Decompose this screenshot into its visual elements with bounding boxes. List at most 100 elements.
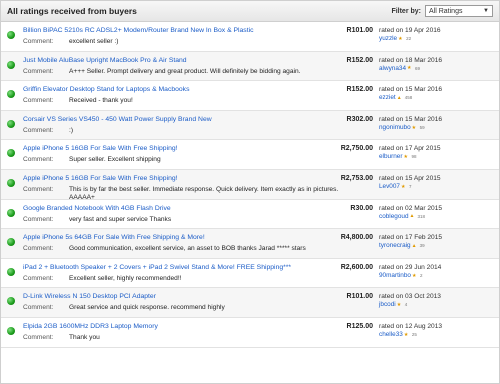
- comment-label: Comment:: [23, 185, 54, 193]
- rated-date: rated on 17 Feb 2015: [379, 234, 443, 242]
- buyer-username-link[interactable]: ezziet▲ 458: [379, 94, 412, 101]
- buyer-username[interactable]: chelle33: [379, 331, 403, 338]
- star-badge-icon: ★: [398, 35, 403, 42]
- positive-rating-icon: [7, 90, 15, 99]
- comment-label: Comment:: [23, 274, 54, 282]
- item-price: R152.00: [346, 86, 373, 94]
- item-title-link[interactable]: Apple iPhone 5 16GB For Sale With Free S…: [23, 145, 178, 152]
- buyer-username[interactable]: tyronecraig: [379, 242, 411, 249]
- item-price: R101.00: [346, 27, 373, 34]
- buyer-username[interactable]: ngonimubo: [379, 124, 411, 131]
- item-price: R4,800.00: [340, 234, 373, 242]
- item-title-link[interactable]: Elpida 2GB 1600MHz DDR3 Laptop Memory: [23, 323, 158, 330]
- rating-row: Griffin Elevator Desktop Stand for Lapto…: [1, 81, 499, 111]
- filter-select-value: All Ratings: [429, 7, 463, 15]
- buyer-username[interactable]: yuzzle: [379, 35, 397, 42]
- item-price: R302.00: [346, 115, 373, 123]
- buyer-username[interactable]: Lev007: [379, 183, 400, 190]
- comment-text: Thank you: [69, 333, 100, 341]
- item-price: R2,750.00: [340, 145, 373, 153]
- ratings-list: Billion BiPAC 5210s RC ADSL2+ Modem/Rout…: [1, 22, 499, 348]
- comment-text: Excellent seller, highly recommended!!: [69, 274, 182, 282]
- buyer-username-link[interactable]: elburner★ 98: [379, 153, 416, 160]
- positive-rating-icon: [7, 326, 15, 335]
- positive-rating-icon: [7, 267, 15, 276]
- comment-text: :): [69, 126, 74, 134]
- buyer-username[interactable]: ezziet: [379, 94, 396, 101]
- item-title-link[interactable]: Apple iPhone 5s 64GB For Sale With Free …: [23, 234, 205, 241]
- rated-date: rated on 15 Mar 2016: [379, 86, 443, 94]
- rating-row: Corsair VS Series VS450 - 450 Watt Power…: [1, 110, 499, 141]
- star-badge-icon: ★: [403, 154, 408, 161]
- item-title-link[interactable]: Apple iPhone 5 16GB For Sale With Free S…: [23, 175, 178, 182]
- positive-rating-icon: [7, 238, 15, 247]
- rated-date: rated on 15 Apr 2015: [379, 174, 441, 182]
- rating-row: Apple iPhone 5s 64GB For Sale With Free …: [1, 229, 499, 259]
- positive-rating-icon: [7, 297, 15, 306]
- comment-label: Comment:: [23, 156, 54, 164]
- buyer-username[interactable]: alwyna34: [379, 65, 406, 72]
- rating-row: Google Branded Notebook With 4GB Flash D…: [1, 200, 499, 230]
- buyer-score: 2: [419, 272, 423, 278]
- buyer-username[interactable]: elburner: [379, 153, 402, 160]
- buyer-username[interactable]: 90martinbo: [379, 272, 411, 279]
- comment-text: Great service and quick response. recomm…: [69, 304, 225, 312]
- buyer-username-link[interactable]: alwyna34★ 69: [379, 65, 420, 72]
- chevron-down-icon: ▼: [483, 8, 489, 14]
- rating-row: Apple iPhone 5 16GB For Sale With Free S…: [1, 140, 499, 170]
- buyer-username[interactable]: coblegoud: [379, 213, 409, 220]
- positive-rating-icon: [7, 149, 15, 158]
- triangle-badge-icon: ▲: [396, 95, 402, 101]
- buyer-username-link[interactable]: yuzzle★ 22: [379, 35, 411, 42]
- buyer-score: 7: [408, 183, 412, 189]
- star-badge-icon: ★: [403, 331, 409, 338]
- comment-label: Comment:: [23, 97, 54, 105]
- rating-row: Billion BiPAC 5210s RC ADSL2+ Modem/Rout…: [1, 22, 499, 52]
- comment-text: Good communication, excellent service, a…: [69, 245, 306, 253]
- comment-text: Super seller. Excellent shipping: [69, 156, 161, 164]
- comment-label: Comment:: [23, 304, 54, 312]
- buyer-username-link[interactable]: jbcodi★ 4: [379, 301, 407, 308]
- comment-label: Comment:: [23, 245, 54, 253]
- item-title-link[interactable]: iPad 2 + Bluetooth Speaker + 2 Covers + …: [23, 264, 291, 271]
- positive-rating-icon: [7, 208, 15, 217]
- item-title-link[interactable]: Google Branded Notebook With 4GB Flash D…: [23, 205, 171, 212]
- rated-date: rated on 15 Mar 2016: [379, 115, 443, 123]
- item-title-link[interactable]: Corsair VS Series VS450 - 450 Watt Power…: [23, 116, 212, 123]
- buyer-username-link[interactable]: 90martinbo★ 2: [379, 272, 423, 279]
- item-price: R2,600.00: [340, 263, 373, 271]
- buyer-score: 458: [404, 95, 413, 101]
- comment-label: Comment:: [23, 333, 54, 341]
- star-badge-icon: ★: [407, 65, 412, 72]
- rating-row: D-Link Wireless N 150 Desktop PCI Adapte…: [1, 288, 499, 318]
- comment-label: Comment:: [23, 67, 54, 75]
- buyer-username-link[interactable]: coblegoud▲ 318: [379, 213, 425, 220]
- filter-label: Filter by:: [391, 7, 421, 15]
- buyer-score: 4: [404, 302, 408, 308]
- ratings-panel: All ratings received from buyers Filter …: [0, 0, 500, 384]
- comment-label: Comment:: [23, 38, 54, 45]
- rated-date: rated on 02 Mar 2015: [379, 204, 443, 212]
- buyer-score: 39: [419, 243, 425, 249]
- item-price: R101.00: [346, 293, 373, 301]
- item-price: R2,753.00: [340, 174, 373, 182]
- item-title-link[interactable]: Billion BiPAC 5210s RC ADSL2+ Modem/Rout…: [23, 27, 254, 34]
- positive-rating-icon: [7, 60, 15, 69]
- item-title-link[interactable]: D-Link Wireless N 150 Desktop PCI Adapte…: [23, 293, 156, 300]
- comment-label: Comment:: [23, 215, 54, 223]
- buyer-score: 25: [411, 331, 417, 337]
- comment-label: Comment:: [23, 126, 54, 134]
- buyer-username-link[interactable]: ngonimubo★ 59: [379, 124, 425, 131]
- buyer-username[interactable]: jbcodi: [379, 301, 396, 308]
- ratings-header: All ratings received from buyers Filter …: [1, 1, 499, 22]
- triangle-badge-icon: ▲: [409, 213, 415, 220]
- item-title-link[interactable]: Just Mobile AluBase Upright MacBook Pro …: [23, 57, 187, 64]
- filter-select[interactable]: All Ratings ▼: [425, 5, 493, 17]
- rating-row: Just Mobile AluBase Upright MacBook Pro …: [1, 51, 499, 82]
- buyer-username-link[interactable]: tyronecraig▲ 39: [379, 242, 425, 249]
- rating-row: Apple iPhone 5 16GB For Sale With Free S…: [1, 169, 499, 201]
- star-badge-icon: ★: [411, 272, 417, 279]
- buyer-username-link[interactable]: chelle33★ 25: [379, 331, 417, 338]
- buyer-username-link[interactable]: Lev007★ 7: [379, 183, 411, 190]
- item-title-link[interactable]: Griffin Elevator Desktop Stand for Lapto…: [23, 86, 189, 93]
